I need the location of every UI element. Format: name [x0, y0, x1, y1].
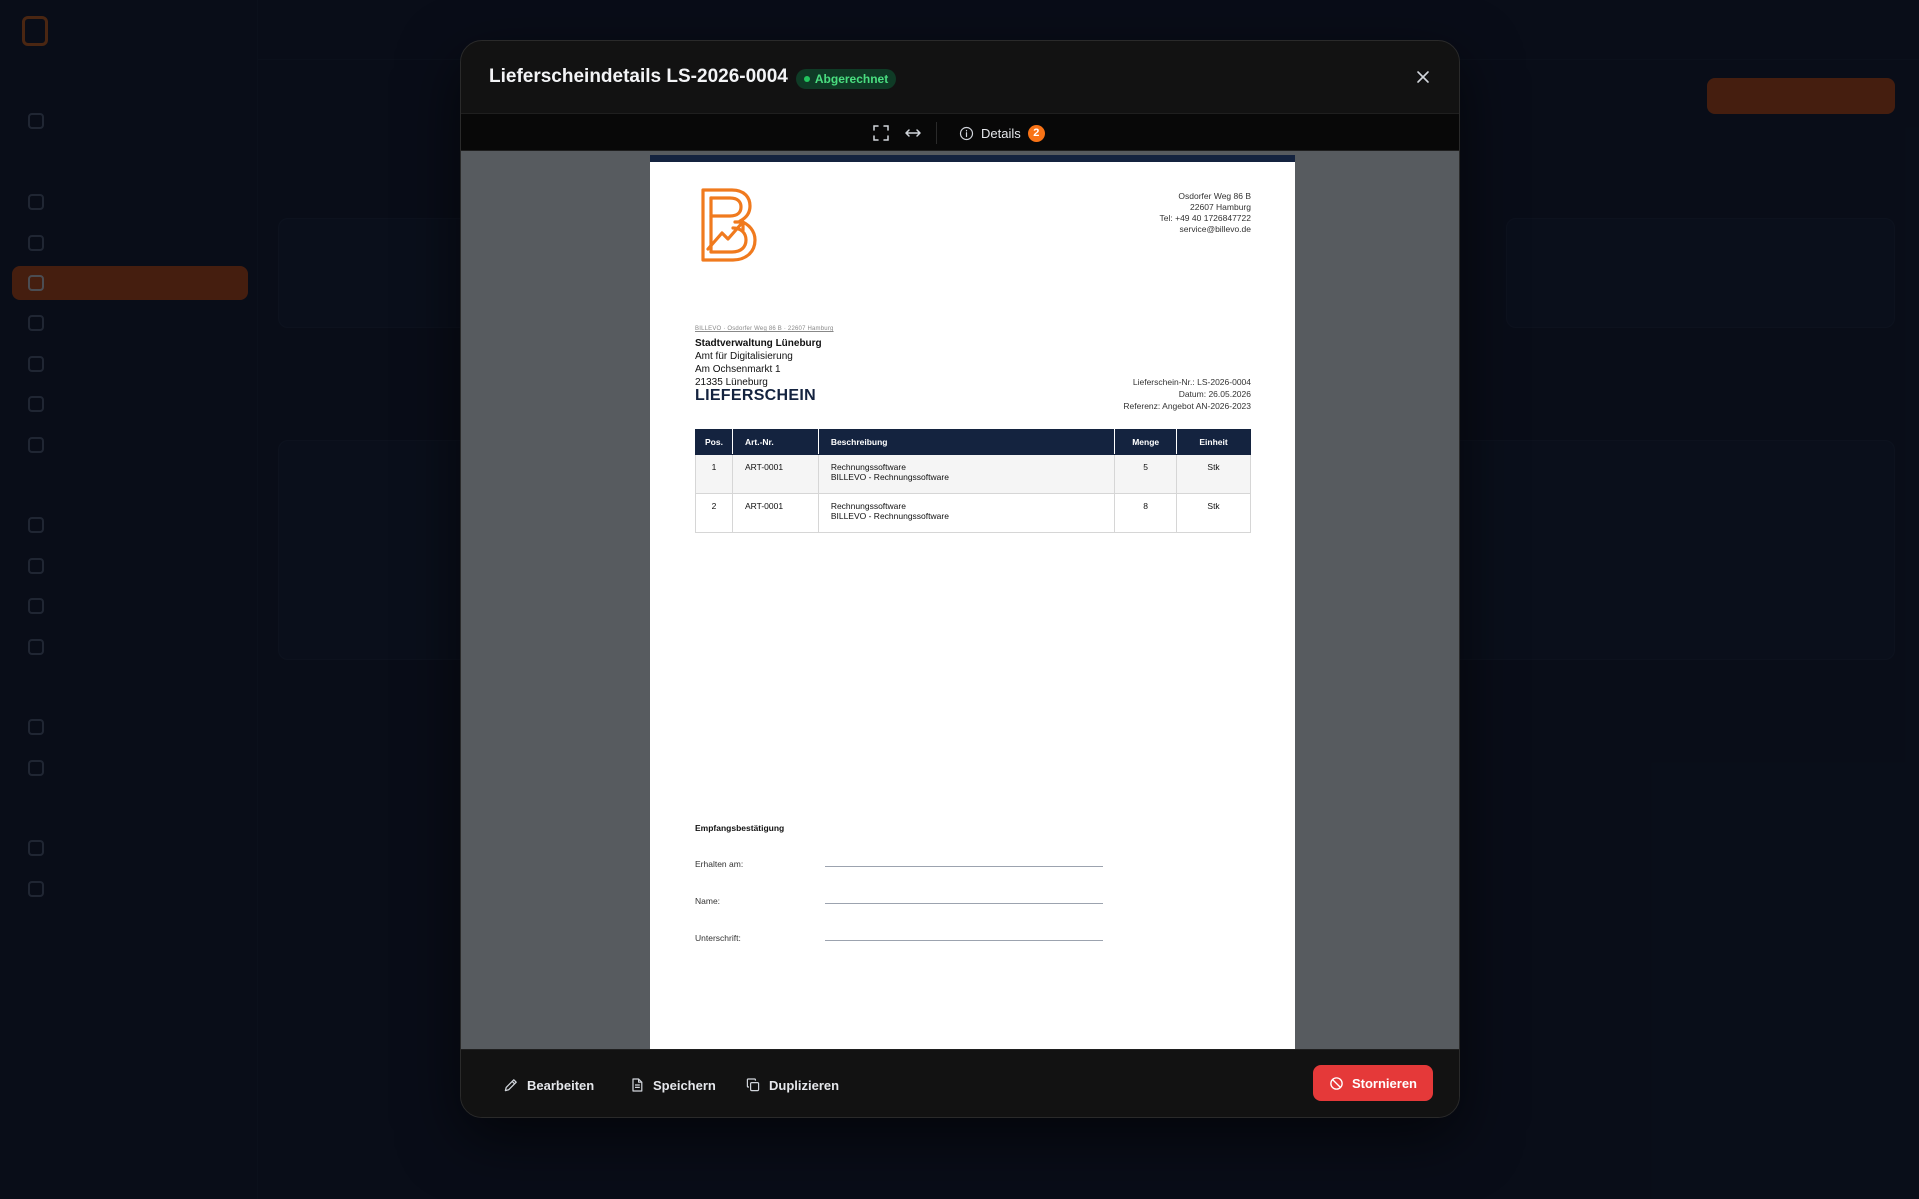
- cancel-document-button[interactable]: Stornieren: [1313, 1065, 1433, 1101]
- close-icon[interactable]: [1413, 67, 1433, 87]
- col-header-unit: Einheit: [1176, 429, 1251, 455]
- table-row: 2 ART-0001 Rechnungssoftware BILLEVO - R…: [695, 493, 1251, 533]
- cell-unit: Stk: [1176, 454, 1251, 494]
- cell-quantity: 8: [1114, 493, 1178, 533]
- toolbar-separator: [936, 122, 937, 144]
- signature-label: Unterschrift:: [695, 933, 741, 943]
- edit-button[interactable]: Bearbeiten: [503, 1073, 594, 1097]
- copy-icon: [746, 1078, 760, 1092]
- cell-description: Rechnungssoftware BILLEVO - Rechnungssof…: [817, 493, 1116, 533]
- cell-unit: Stk: [1176, 493, 1251, 533]
- info-icon: [959, 126, 974, 140]
- document-preview[interactable]: Osdorfer Weg 86 B 22607 Hamburg Tel: +49…: [461, 151, 1459, 1049]
- document-title: LIEFERSCHEIN: [695, 387, 816, 404]
- page-header-bar: [650, 155, 1295, 162]
- document-number: Lieferschein-Nr.: LS-2026-0004: [1132, 377, 1251, 387]
- edit-button-label: Bearbeiten: [527, 1077, 595, 1093]
- delivery-note-details-modal: Lieferscheindetails LS-2026-0004 Abgerec…: [460, 40, 1460, 1118]
- name-label: Name:: [695, 896, 721, 906]
- modal-title: Lieferscheindetails LS-2026-0004: [489, 66, 788, 87]
- recipient-address: Stadtverwaltung Lüneburg Amt für Digital…: [695, 337, 822, 389]
- description-line: Rechnungssoftware: [830, 462, 906, 472]
- document-date: Datum: 26.05.2026: [1178, 389, 1251, 399]
- details-label: Details: [981, 125, 1021, 141]
- document-icon: [632, 1078, 643, 1092]
- modal-footer: Bearbeiten Speichern Duplizieren Stornie…: [461, 1049, 1459, 1117]
- cell-article: ART-0001: [731, 493, 819, 533]
- cell-quantity: 5: [1114, 454, 1178, 494]
- cell-pos: 1: [695, 454, 733, 494]
- received-line: [825, 866, 1103, 867]
- signature-line: [825, 940, 1103, 941]
- status-dot-icon: [803, 75, 810, 82]
- company-email: service@billevo.de: [1179, 224, 1251, 234]
- duplicate-button[interactable]: Duplizieren: [745, 1073, 839, 1097]
- document-reference: Referenz: Angebot AN-2026-2023: [1123, 401, 1251, 411]
- sender-return-line: BILLEVO · Osdorfer Weg 86 B · 22607 Hamb…: [695, 326, 834, 332]
- table-row: 1 ART-0001 Rechnungssoftware BILLEVO - R…: [695, 454, 1251, 494]
- pencil-icon: [504, 1079, 517, 1092]
- company-city: 22607 Hamburg: [1190, 202, 1251, 212]
- recipient-street: Am Ochsenmarkt 1: [695, 364, 781, 375]
- billevo-logo-icon: [701, 188, 757, 262]
- table-header-row: Pos. Art.-Nr. Beschreibung Menge Einheit: [695, 429, 1251, 455]
- recipient-department: Amt für Digitalisierung: [695, 351, 793, 362]
- name-line: [825, 903, 1103, 904]
- cell-article: ART-0001: [731, 454, 819, 494]
- cell-description: Rechnungssoftware BILLEVO - Rechnungssof…: [817, 454, 1116, 494]
- receipt-title: Empfangsbestätigung: [695, 823, 785, 833]
- preview-toolbar: Details 2: [461, 113, 1459, 151]
- recipient-name: Stadtverwaltung Lüneburg: [695, 338, 822, 349]
- cell-pos: 2: [695, 493, 733, 533]
- ban-icon: [1330, 1076, 1343, 1090]
- col-header-pos: Pos.: [695, 429, 733, 455]
- cancel-document-button-label: Stornieren: [1351, 1075, 1417, 1091]
- received-label: Erhalten am:: [695, 859, 744, 869]
- col-header-description: Beschreibung: [817, 429, 1116, 455]
- description-line: BILLEVO - Rechnungssoftware: [830, 472, 949, 482]
- fit-width-icon[interactable]: [903, 123, 923, 143]
- save-button[interactable]: Speichern: [629, 1073, 716, 1097]
- details-toggle-button[interactable]: Details 2: [959, 121, 1045, 145]
- status-badge-label: Abgerechnet: [814, 71, 889, 86]
- duplicate-button-label: Duplizieren: [769, 1077, 840, 1093]
- details-count-badge: 2: [1027, 124, 1045, 142]
- col-header-article: Art.-Nr.: [731, 429, 819, 455]
- col-header-quantity: Menge: [1114, 429, 1178, 455]
- company-address: Osdorfer Weg 86 B 22607 Hamburg Tel: +49…: [1160, 191, 1251, 235]
- company-phone: Tel: +49 40 1726847722: [1159, 213, 1251, 223]
- company-street: Osdorfer Weg 86 B: [1178, 191, 1251, 201]
- modal-header: Lieferscheindetails LS-2026-0004 Abgerec…: [461, 41, 1459, 113]
- document-meta: Lieferschein-Nr.: LS-2026-0004 Datum: 26…: [1123, 376, 1251, 412]
- description-line: Rechnungssoftware: [830, 501, 906, 511]
- status-badge: Abgerechnet: [795, 68, 897, 89]
- items-table: Pos. Art.-Nr. Beschreibung Menge Einheit…: [695, 429, 1251, 533]
- save-button-label: Speichern: [653, 1077, 716, 1093]
- document-page: Osdorfer Weg 86 B 22607 Hamburg Tel: +49…: [650, 155, 1295, 1049]
- fullscreen-icon[interactable]: [871, 123, 891, 143]
- description-line: BILLEVO - Rechnungssoftware: [830, 511, 949, 521]
